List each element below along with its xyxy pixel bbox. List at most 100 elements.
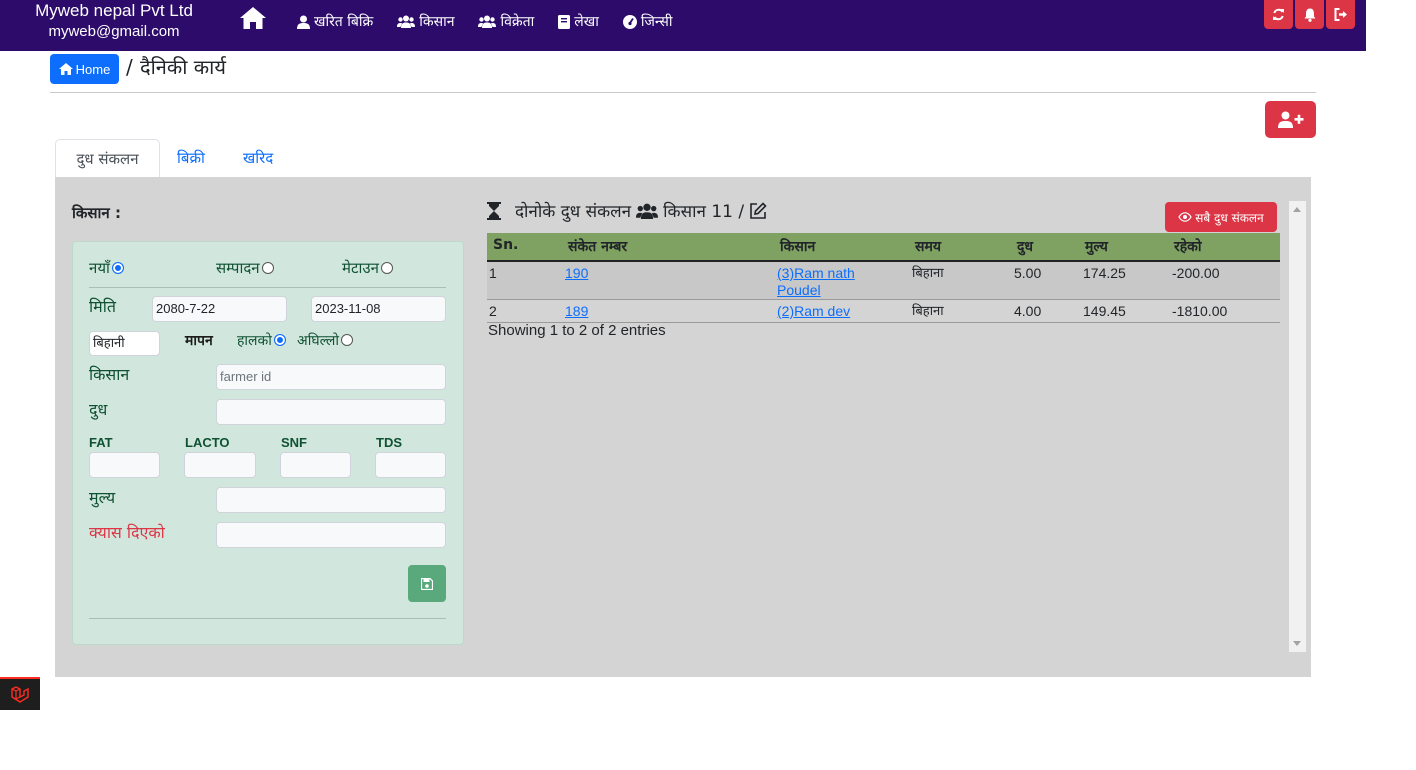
measure-current-option[interactable]: हालको [237,331,286,351]
lacto-label: LACTO [185,435,230,450]
users-icon [636,203,659,219]
nav-label: जिन्सी [640,14,673,30]
cell-code-link[interactable]: 190 [565,265,588,282]
form-heading: किसान : [72,204,121,222]
brand[interactable]: Myweb nepal Pvt Ltd myweb@gmail.com [30,1,198,43]
cell-code-link[interactable]: 189 [565,303,588,320]
nav-khareed-bikri[interactable]: खरित बिक्रि [297,12,373,31]
view-all-label: सबै दुध संकलन [1195,210,1264,225]
breadcrumb-separator: / [126,55,133,79]
cell-price: 149.45 [1083,303,1126,319]
milk-input[interactable] [216,399,446,425]
price-input[interactable] [216,487,446,513]
farmer-name-line1: (3)Ram nath [777,265,855,281]
mode-edit-option[interactable]: सम्पादन [216,258,274,278]
logout-icon [1334,8,1347,21]
collection-heading: दोनोके दुध संकलन किसान 11 / [487,199,767,222]
farmer-id-input[interactable]: farmer id [216,364,446,390]
bell-icon [1304,8,1315,22]
nav-lekha[interactable]: लेखा [558,12,599,31]
eye-icon [1178,212,1192,222]
breadcrumb-home-button[interactable]: Home [50,54,119,84]
price-label: मुल्य [89,488,116,507]
cash-paid-input[interactable] [216,522,446,548]
scroll-up-arrow[interactable] [1293,207,1301,212]
nav-bikreta[interactable]: विक्रेता [478,12,534,31]
user-icon [297,15,310,29]
edit-icon[interactable] [749,201,767,220]
measure-previous-radio[interactable] [341,334,354,346]
form-divider [89,287,446,288]
cell-sn: 1 [489,265,497,281]
farmer-name-line2: Poudel [777,282,821,298]
mode-edit-radio[interactable] [261,261,274,274]
nav-label: किसान [419,14,455,30]
collection-table: Sn. संकेत नम्बर किसान समय दुध मुल्य रहेक… [487,233,1280,323]
save-button[interactable] [408,565,446,602]
debugbar-toggle[interactable] [0,677,40,710]
nav-label: लेखा [574,14,599,30]
tab-purchase[interactable]: खरिद [243,139,273,177]
mode-delete-option[interactable]: मेटाउन [342,258,393,278]
shift-select[interactable]: बिहानी [89,331,160,356]
logout-button[interactable] [1326,0,1355,29]
cell-milk: 5.00 [1014,265,1042,281]
cell-milk: 4.00 [1014,303,1042,319]
mode-new-radio[interactable] [111,261,124,274]
tab-milk-collection[interactable]: दुध संकलन [55,139,160,178]
measure-current-label: हालको [237,333,272,349]
fat-input[interactable] [89,452,160,478]
company-name: Myweb nepal Pvt Ltd [35,1,193,20]
date-label: मिति [89,297,116,316]
col-sn: Sn. [493,237,519,253]
tds-input[interactable] [375,452,446,478]
measure-previous-option[interactable]: अघिल्लो [297,331,354,351]
mode-edit-label: सम्पादन [216,259,260,277]
breadcrumb-home-label: Home [75,61,111,77]
measure-current-radio[interactable] [273,334,286,346]
form-bottom-divider [89,618,446,619]
date-bs-input[interactable]: 2080-7-22 [152,296,287,322]
table-row: 1 190 (3)Ram nath Poudel बिहाना 5.00 174… [487,262,1280,300]
cell-farmer-link[interactable]: (3)Ram nath Poudel [777,265,855,299]
tab-sales[interactable]: बिक्री [177,139,205,177]
users-icon [397,15,416,28]
mode-new-label: नयाँ [89,259,110,277]
date-ad-input[interactable]: 2023-11-08 [311,296,446,322]
scroll-down-arrow[interactable] [1293,641,1301,646]
save-icon [421,577,433,590]
measure-label: मापन [185,333,213,349]
milk-label: दुध [89,400,108,419]
cash-paid-label: क्यास दिएको [89,523,165,542]
cell-balance: -1810.00 [1172,303,1228,319]
measure-previous-label: अघिल्लो [297,333,340,349]
cell-price: 174.25 [1083,265,1126,281]
nav-jinsi[interactable]: जिन्सी [622,12,673,31]
collection-scrollbar[interactable] [1289,201,1306,652]
home-icon[interactable] [239,6,267,30]
refresh-icon [1273,8,1284,21]
col-farmer: किसान [780,239,816,255]
collection-title: दोनोके दुध संकलन [515,202,632,222]
mode-delete-radio[interactable] [380,261,393,274]
cell-farmer-link[interactable]: (2)Ram dev [777,303,850,320]
header-divider [50,92,1316,93]
col-milk: दुध [1017,239,1034,255]
farmer-count: किसान 11 / [663,202,745,222]
table-info: Showing 1 to 2 of 2 entries [488,322,666,339]
table-header: Sn. संकेत नम्बर किसान समय दुध मुल्य रहेक… [487,233,1280,262]
top-navbar: Myweb nepal Pvt Ltd myweb@gmail.com खरित… [0,0,1366,51]
snf-input[interactable] [280,452,351,478]
lacto-input[interactable] [184,452,256,478]
nav-kisan[interactable]: किसान [397,12,454,31]
mode-new-option[interactable]: नयाँ [89,258,124,278]
snf-label: SNF [281,435,307,450]
refresh-button[interactable] [1264,0,1293,29]
cell-sn: 2 [489,303,497,319]
notification-button[interactable] [1295,0,1324,29]
cell-time: बिहाना [912,266,944,281]
add-farmer-button[interactable] [1265,101,1316,138]
col-balance: रहेको [1174,239,1202,255]
cell-time: बिहाना [912,304,944,319]
view-all-collection-button[interactable]: सबै दुध संकलन [1165,202,1277,232]
